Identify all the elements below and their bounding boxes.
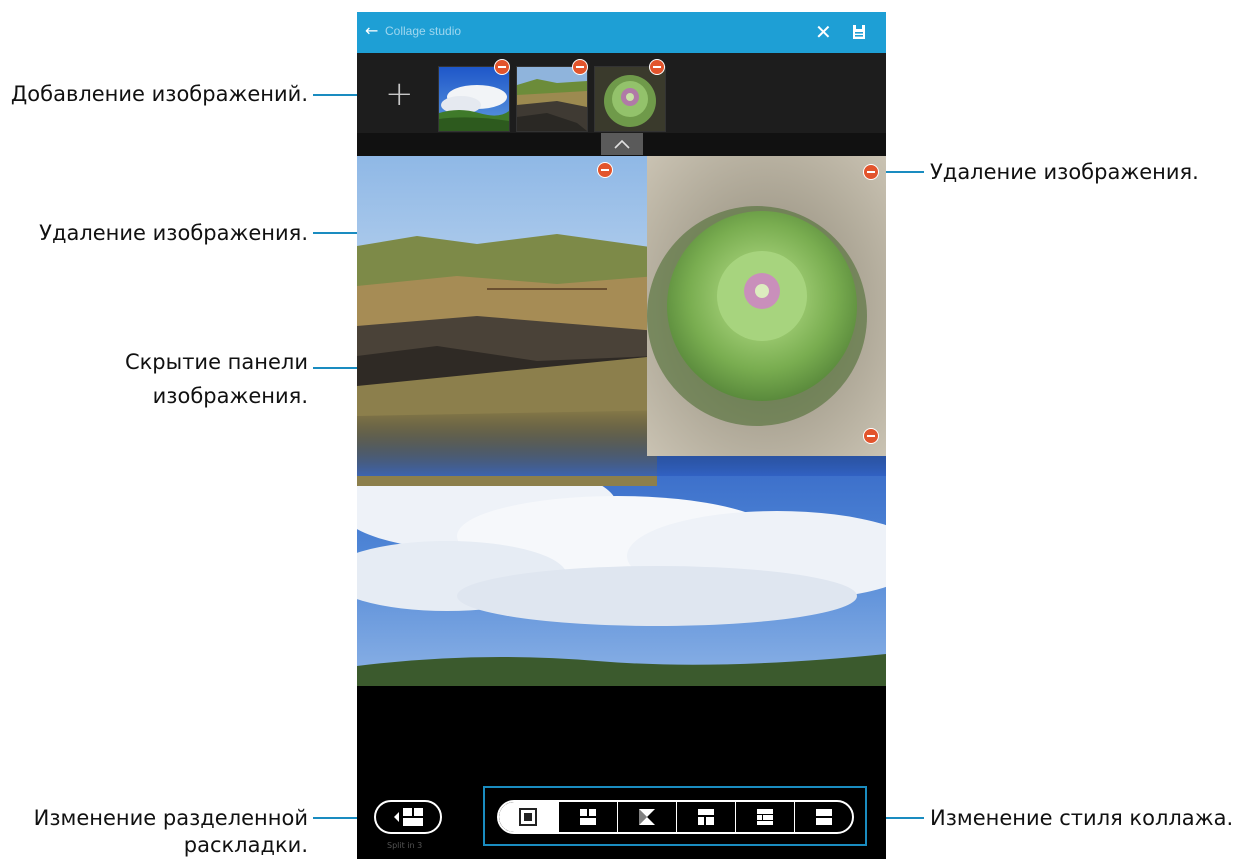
callout-line-delete-right	[880, 171, 924, 173]
save-icon[interactable]	[851, 22, 867, 42]
callout-delete-image-top: Удаление изображения.	[39, 221, 308, 245]
callout-add-images: Добавление изображений.	[10, 82, 308, 106]
collage-style-highlight	[483, 786, 867, 846]
delete-image-icon-1[interactable]	[494, 59, 510, 75]
delete-image-icon-2[interactable]	[572, 59, 588, 75]
delete-collage-image-icon-1[interactable]	[597, 162, 613, 178]
cabbage-flower-image	[595, 67, 665, 131]
callout-hide-panel-1: Скрытие панели	[124, 350, 308, 374]
callout-collage-style: Изменение стиля коллажа.	[930, 806, 1234, 830]
split-layout-button[interactable]	[374, 800, 442, 834]
add-image-button[interactable]: +	[385, 77, 414, 111]
callout-delete-image-right: Удаление изображения.	[930, 160, 1199, 184]
split-layout-label: Split in 3	[387, 841, 423, 850]
device-screen: ← Collage studio ✕ + Split in 3	[357, 12, 886, 859]
callout-hide-panel-2: изображения.	[152, 384, 308, 408]
callout-split-2: раскладки.	[183, 833, 308, 857]
hide-panel-button[interactable]	[601, 133, 643, 155]
app-bar: ← Collage studio ✕	[357, 12, 886, 53]
chevron-up-icon	[614, 139, 630, 149]
collage-image	[357, 156, 886, 686]
close-icon[interactable]: ✕	[815, 20, 832, 44]
callout-split-1: Изменение разделенной	[33, 806, 308, 830]
split-layout-icon	[394, 808, 423, 826]
sky-field-thumbnail[interactable]	[438, 66, 510, 132]
sky-field-image	[439, 67, 509, 131]
cabbage-flower-thumbnail[interactable]	[594, 66, 666, 132]
delete-image-icon-3[interactable]	[649, 59, 665, 75]
cliff-image	[517, 67, 587, 131]
arrow-back-icon[interactable]: ←	[365, 21, 378, 40]
cliff-thumbnail[interactable]	[516, 66, 588, 132]
delete-collage-image-icon-3[interactable]	[863, 428, 879, 444]
delete-collage-image-icon-2[interactable]	[863, 164, 879, 180]
collage-canvas[interactable]	[357, 156, 886, 686]
image-panel: +	[357, 53, 886, 133]
app-title: Collage studio	[385, 24, 462, 38]
